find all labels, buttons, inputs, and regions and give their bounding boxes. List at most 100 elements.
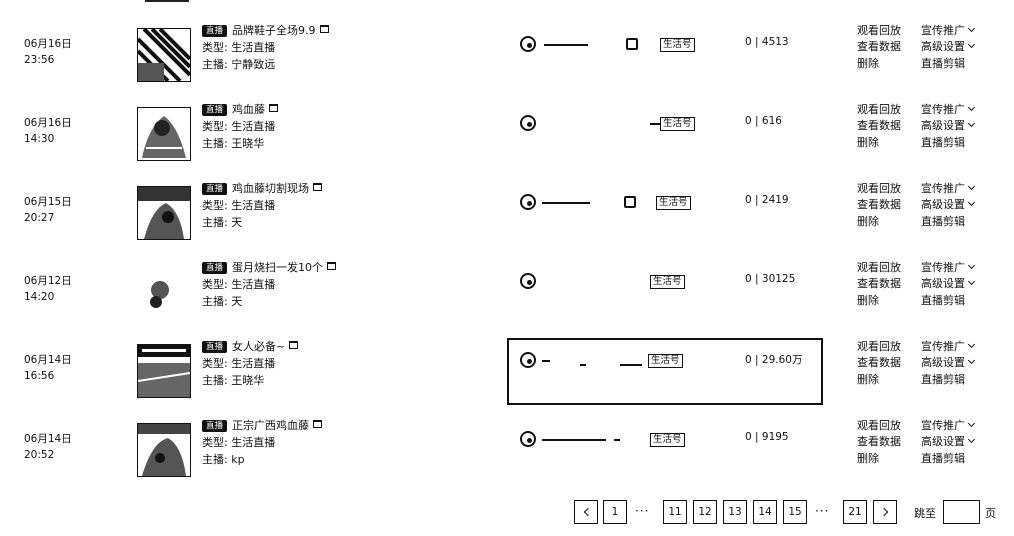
promote-label: 宣传推广 bbox=[921, 182, 965, 195]
pagination: 1 ··· 11 12 13 14 15 ··· 21 跳至 页 bbox=[0, 500, 1014, 524]
shop-icon bbox=[313, 182, 323, 191]
live-clip-link[interactable]: 直播剪辑 bbox=[921, 213, 965, 230]
promote-dropdown[interactable]: 宣传推广 bbox=[921, 338, 976, 355]
watch-replay-link[interactable]: 观看回放 bbox=[857, 101, 901, 118]
view-data-link[interactable]: 查看数据 bbox=[857, 196, 901, 213]
promote-dropdown[interactable]: 宣传推广 bbox=[921, 101, 976, 118]
promote-dropdown[interactable]: 宣传推广 bbox=[921, 259, 976, 276]
delete-link[interactable]: 删除 bbox=[857, 450, 879, 467]
watch-replay-link[interactable]: 观看回放 bbox=[857, 338, 901, 355]
cover-thumbnail[interactable] bbox=[137, 28, 191, 82]
chevron-down-icon bbox=[967, 435, 976, 444]
page-button[interactable]: 15 bbox=[783, 500, 807, 524]
stream-title[interactable]: 鸡血藤 bbox=[232, 101, 265, 118]
stream-title[interactable]: 品牌鞋子全场9.9 bbox=[232, 22, 316, 39]
jump-label: 跳至 bbox=[914, 507, 936, 520]
view-data-link[interactable]: 查看数据 bbox=[857, 354, 901, 371]
live-badge: 直播 bbox=[202, 182, 228, 195]
watch-replay-link[interactable]: 观看回放 bbox=[857, 180, 901, 197]
cover-thumbnail[interactable] bbox=[137, 344, 191, 398]
time-label: 16:56 bbox=[24, 370, 55, 382]
stream-title[interactable]: 蛋月烧扫一发10个 bbox=[232, 259, 323, 276]
previous-row-edge bbox=[145, 0, 189, 2]
redacted-name bbox=[614, 439, 620, 441]
advanced-settings-dropdown[interactable]: 高级设置 bbox=[921, 196, 976, 213]
watch-replay-link[interactable]: 观看回放 bbox=[857, 259, 901, 276]
advanced-settings-label: 高级设置 bbox=[921, 435, 965, 448]
time-label: 20:52 bbox=[24, 449, 55, 461]
delete-link[interactable]: 删除 bbox=[857, 371, 879, 388]
promote-dropdown[interactable]: 宣传推广 bbox=[921, 22, 976, 39]
promote-label: 宣传推广 bbox=[921, 419, 965, 432]
page-button[interactable]: 12 bbox=[693, 500, 717, 524]
stream-title[interactable]: 鸡血藤切割现场 bbox=[232, 180, 309, 197]
live-clip-link[interactable]: 直播剪辑 bbox=[921, 134, 965, 151]
page-button[interactable]: 1 bbox=[603, 500, 627, 524]
live-clip-link[interactable]: 直播剪辑 bbox=[921, 371, 965, 388]
table-row: 06月16日 23:56 直播 品牌鞋子全场9.9 类型: 生活直播 主播: 宁… bbox=[0, 24, 1014, 107]
view-data-link[interactable]: 查看数据 bbox=[857, 433, 901, 450]
shop-icon bbox=[269, 103, 279, 112]
redacted-mark bbox=[626, 38, 638, 50]
cover-thumbnail[interactable] bbox=[137, 423, 191, 477]
account-tag: 生活号 bbox=[660, 117, 695, 131]
account-tag: 生活号 bbox=[660, 38, 695, 52]
advanced-settings-dropdown[interactable]: 高级设置 bbox=[921, 117, 976, 134]
page-button[interactable]: 14 bbox=[753, 500, 777, 524]
advanced-settings-dropdown[interactable]: 高级设置 bbox=[921, 38, 976, 55]
view-data-link[interactable]: 查看数据 bbox=[857, 275, 901, 292]
start-datetime: 06月14日 16:56 bbox=[24, 352, 72, 384]
delete-link[interactable]: 删除 bbox=[857, 55, 879, 72]
live-badge: 直播 bbox=[202, 340, 228, 353]
chevron-down-icon bbox=[967, 119, 976, 128]
cover-thumbnail[interactable] bbox=[137, 186, 191, 240]
date-label: 06月15日 bbox=[24, 196, 72, 208]
advanced-settings-dropdown[interactable]: 高级设置 bbox=[921, 354, 976, 371]
stream-info: 直播 鸡血藤切割现场 类型: 生活直播 主播: 天 bbox=[202, 180, 402, 231]
table-row: 06月14日 20:52 直播 正宗广西鸡血藤 类型: 生活直播 主播: kp … bbox=[0, 419, 1014, 502]
advanced-settings-label: 高级设置 bbox=[921, 356, 965, 369]
pagination-ellipsis: ··· bbox=[815, 504, 830, 518]
date-label: 06月16日 bbox=[24, 117, 72, 129]
redacted-name bbox=[650, 123, 660, 125]
view-stats: 0 | 2419 bbox=[745, 194, 789, 206]
delete-link[interactable]: 删除 bbox=[857, 134, 879, 151]
promote-label: 宣传推广 bbox=[921, 261, 965, 274]
start-datetime: 06月14日 20:52 bbox=[24, 431, 72, 463]
stream-info: 直播 品牌鞋子全场9.9 类型: 生活直播 主播: 宁静致远 bbox=[202, 22, 402, 73]
date-label: 06月14日 bbox=[24, 433, 72, 445]
stream-title[interactable]: 女人必备~ bbox=[232, 338, 285, 355]
view-data-link[interactable]: 查看数据 bbox=[857, 117, 901, 134]
view-data-link[interactable]: 查看数据 bbox=[857, 38, 901, 55]
prev-page-button[interactable] bbox=[574, 500, 598, 524]
delete-link[interactable]: 删除 bbox=[857, 213, 879, 230]
circle-logo-icon bbox=[520, 115, 536, 131]
promote-dropdown[interactable]: 宣传推广 bbox=[921, 180, 976, 197]
watch-replay-link[interactable]: 观看回放 bbox=[857, 22, 901, 39]
advanced-settings-label: 高级设置 bbox=[921, 40, 965, 53]
watch-replay-link[interactable]: 观看回放 bbox=[857, 417, 901, 434]
live-clip-link[interactable]: 直播剪辑 bbox=[921, 55, 965, 72]
live-clip-link[interactable]: 直播剪辑 bbox=[921, 292, 965, 309]
stream-info: 直播 鸡血藤 类型: 生活直播 主播: 王晓华 bbox=[202, 101, 402, 152]
shop-icon bbox=[289, 340, 299, 349]
next-page-button[interactable] bbox=[873, 500, 897, 524]
date-label: 06月16日 bbox=[24, 38, 72, 50]
promote-dropdown[interactable]: 宣传推广 bbox=[921, 417, 976, 434]
page-button[interactable]: 13 bbox=[723, 500, 747, 524]
delete-link[interactable]: 删除 bbox=[857, 292, 879, 309]
advanced-settings-dropdown[interactable]: 高级设置 bbox=[921, 275, 976, 292]
cover-thumbnail[interactable] bbox=[137, 107, 191, 161]
page-unit-label: 页 bbox=[985, 507, 996, 520]
chevron-left-icon bbox=[583, 507, 592, 517]
stream-host: 主播: 天 bbox=[202, 216, 243, 229]
page-button[interactable]: 11 bbox=[663, 500, 687, 524]
page-button[interactable]: 21 bbox=[843, 500, 867, 524]
live-clip-link[interactable]: 直播剪辑 bbox=[921, 450, 965, 467]
stream-title[interactable]: 正宗广西鸡血藤 bbox=[232, 417, 309, 434]
jump-page-input[interactable] bbox=[943, 500, 980, 524]
promote-label: 宣传推广 bbox=[921, 103, 965, 116]
promote-label: 宣传推广 bbox=[921, 340, 965, 353]
cover-thumbnail[interactable] bbox=[137, 265, 191, 319]
advanced-settings-dropdown[interactable]: 高级设置 bbox=[921, 433, 976, 450]
